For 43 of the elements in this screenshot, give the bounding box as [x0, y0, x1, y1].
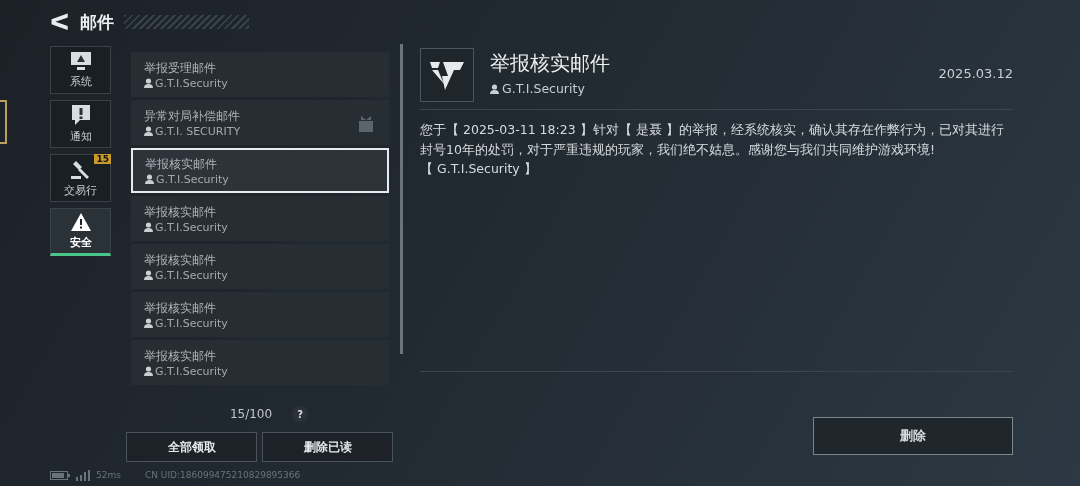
mail-paragraph: 【 G.T.I.Security 】 [420, 160, 538, 178]
monitor-icon [69, 51, 92, 71]
mail-item[interactable]: 举报核实邮件 G.T.I.Security [131, 148, 389, 193]
mail-item[interactable]: 举报核实邮件 G.T.I.Security [131, 244, 389, 289]
person-icon [144, 270, 153, 280]
person-icon [144, 222, 153, 232]
category-tab[interactable]: 系统 [50, 46, 111, 94]
scrollbar[interactable] [400, 44, 403, 354]
mail-item[interactable]: 异常对局补偿邮件 G.T.I. SECURITY [131, 100, 389, 145]
action-button[interactable]: 删除已读 [262, 432, 393, 462]
mail-title: 举报核实邮件 [490, 50, 611, 77]
person-icon [144, 78, 153, 88]
exclamation-icon [70, 104, 91, 126]
page-title: 邮件 [79, 10, 114, 34]
mail-paragraph: 您于【 2025-03-11 18:23 】针对【 是聂 】的举报，经系统核实，确认其存在作弊行为，已对其进行封号10年的处罚，对于严重违规的玩家，我们绝不姑息。感谢您与我们共同维护游戏环境! [420, 121, 1005, 159]
person-icon [144, 126, 153, 136]
person-icon [144, 366, 153, 376]
battery-icon [50, 470, 70, 480]
person-icon [145, 174, 154, 184]
person-icon [490, 83, 499, 94]
side-tab-marker [0, 100, 7, 144]
ping-text: 52ms [96, 470, 121, 480]
delete-button[interactable]: 删除 [813, 417, 1013, 455]
mail-item[interactable]: 举报核实邮件 G.T.I.Security [131, 292, 389, 337]
back-button[interactable]: ᐸ [50, 9, 70, 35]
mail-date: 2025.03.12 [938, 66, 1013, 81]
mail-count: 15/100 [229, 407, 273, 421]
bolt-logo-icon [420, 48, 474, 102]
signal-icon [76, 469, 90, 481]
mail-item[interactable]: 举报核实邮件 G.T.I.Security [131, 196, 389, 241]
count-badge: 15 [94, 154, 111, 164]
mail-item[interactable]: 举报受理邮件 G.T.I.Security [131, 52, 389, 97]
mail-item[interactable]: 举报核实邮件 G.T.I.Security [131, 340, 389, 385]
person-icon [144, 318, 153, 328]
category-tab[interactable]: 交易行 15 [50, 154, 111, 202]
uid-text: CN UID:186099475210829895366 [144, 470, 301, 480]
help-button[interactable]: ? [292, 406, 309, 422]
action-button[interactable]: 全部领取 [126, 432, 257, 462]
mail-sender: G.T.I.Security [502, 81, 585, 96]
category-tab[interactable]: 安全 [50, 208, 111, 256]
category-tab[interactable]: 通知 [50, 100, 111, 148]
gavel-icon [69, 158, 92, 180]
warning-icon [69, 212, 92, 232]
